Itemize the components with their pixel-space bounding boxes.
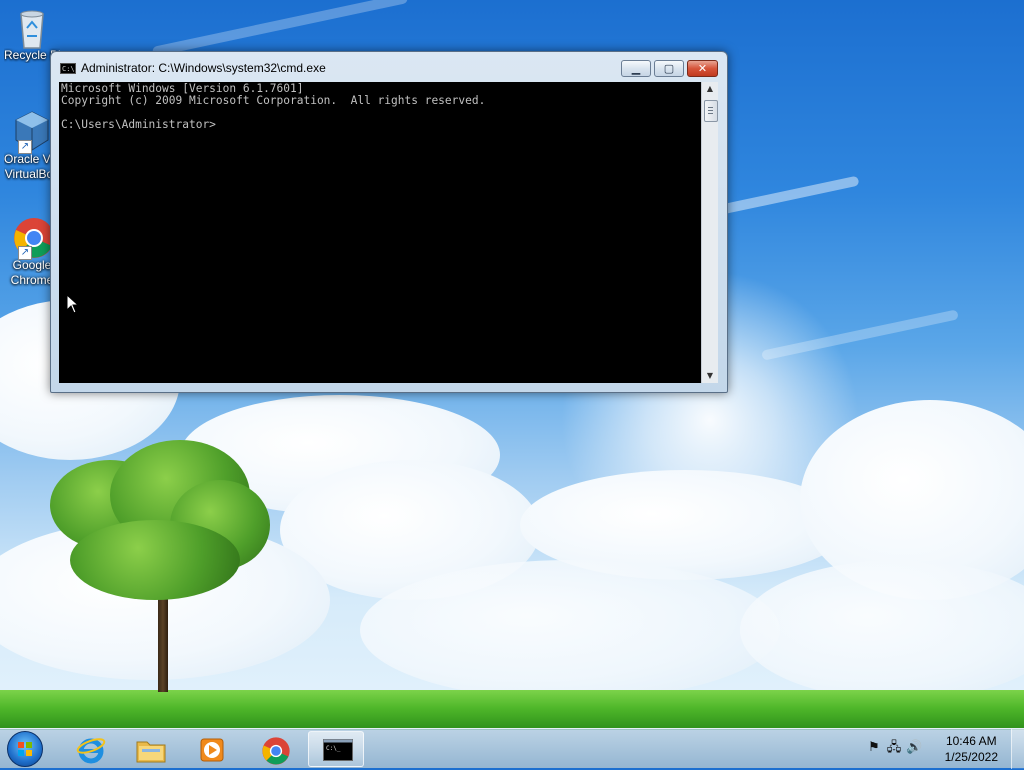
clock-date: 1/25/2022 — [944, 750, 998, 764]
window-titlebar[interactable]: C:\ Administrator: C:\Windows\system32\c… — [51, 52, 727, 82]
network-icon[interactable]: 🖧 — [886, 740, 902, 756]
scroll-up-arrow-icon[interactable]: ▲ — [702, 82, 718, 96]
close-icon: ✕ — [697, 62, 708, 75]
vertical-scrollbar[interactable]: ▲ ▼ — [701, 82, 718, 383]
clock-time: 10:46 AM — [945, 734, 997, 748]
svg-text:C:\_: C:\_ — [326, 745, 341, 752]
grass-field — [0, 690, 1024, 730]
cmd-icon[interactable]: C:\ — [60, 63, 76, 74]
flag-icon[interactable]: ⚑ — [866, 740, 882, 756]
chrome-icon: ↗ — [12, 216, 54, 260]
virtualbox-icon: ↗ — [12, 110, 52, 154]
scrollbar-thumb[interactable] — [704, 100, 718, 122]
taskbar-internet-explorer[interactable] — [62, 731, 118, 767]
shortcut-arrow-icon: ↗ — [18, 246, 32, 260]
maximize-button[interactable]: ▢ — [654, 60, 684, 77]
cmd-icon: C:\_ — [323, 737, 353, 763]
clock[interactable]: 10:46 AM 1/25/2022 — [945, 733, 998, 765]
start-button[interactable] — [7, 731, 43, 767]
console-line: Copyright (c) 2009 Microsoft Corporation… — [61, 94, 486, 107]
taskbar: C:\_ ⚑ 🖧 🔊 10:46 AM 1/25/2022 — [0, 728, 1024, 769]
minimize-icon: ▁ — [631, 62, 641, 75]
shortcut-arrow-icon: ↗ — [18, 140, 32, 154]
sky-streak — [720, 175, 860, 215]
window-title: Administrator: C:\Windows\system32\cmd.e… — [81, 61, 326, 75]
maximize-icon: ▢ — [663, 62, 675, 75]
recycle-bin-icon — [12, 6, 52, 49]
internet-explorer-icon — [76, 736, 106, 764]
chrome-icon — [261, 736, 290, 765]
taskbar-windows-explorer[interactable] — [122, 731, 178, 767]
windows-logo-icon — [18, 742, 32, 756]
minimize-button[interactable]: ▁ — [621, 60, 651, 77]
volume-icon[interactable]: 🔊 — [906, 740, 922, 756]
close-button[interactable]: ✕ — [687, 60, 718, 77]
console-output[interactable]: Microsoft Windows [Version 6.1.7601] Copy… — [59, 82, 701, 383]
tree-crown — [70, 520, 240, 600]
taskbar-google-chrome[interactable] — [247, 731, 303, 767]
folder-icon — [136, 736, 166, 763]
media-player-icon — [197, 736, 225, 762]
sky-streak — [151, 0, 409, 57]
console-prompt: C:\Users\Administrator> — [61, 118, 216, 131]
taskbar-command-prompt[interactable]: C:\_ — [308, 731, 364, 767]
cloud — [740, 560, 1024, 700]
system-tray: ⚑ 🖧 🔊 10:46 AM 1/25/2022 — [854, 729, 1024, 769]
cloud — [360, 560, 780, 700]
scroll-down-arrow-icon[interactable]: ▼ — [702, 369, 718, 383]
cmd-window[interactable]: C:\ Administrator: C:\Windows\system32\c… — [50, 51, 728, 393]
show-desktop-button[interactable] — [1011, 729, 1024, 769]
taskbar-windows-media-player[interactable] — [183, 731, 239, 767]
